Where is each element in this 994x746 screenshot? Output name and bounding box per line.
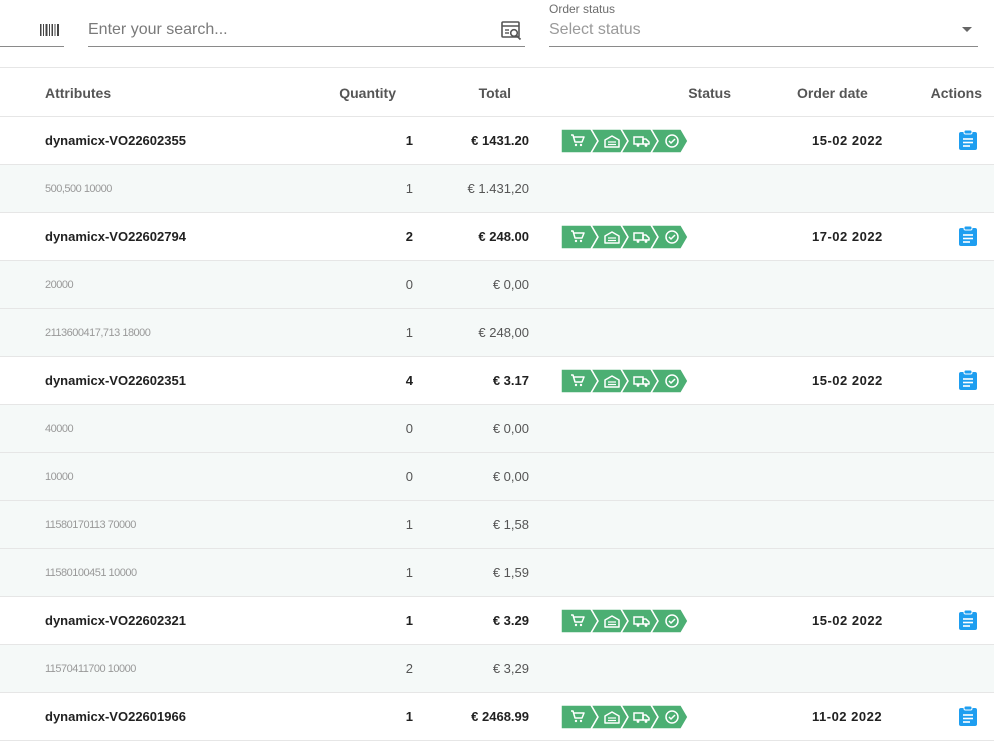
cell-order-date: 15-02 2022 [812,373,883,388]
cell-attributes: dynamicx-VO22601966 [45,709,186,724]
order-row[interactable]: dynamicx-VO22602351 4 € 3.17 15-02 2022 [0,357,994,405]
barcode-icon[interactable] [40,24,60,36]
header-attributes[interactable]: Attributes [45,85,111,101]
cell-quantity: 1 [405,613,413,628]
cell-total: € 0,00 [492,277,529,292]
cell-total: € 1,59 [492,565,529,580]
order-line-row[interactable]: 2113600417,713 18000 1 € 248,00 [0,309,994,357]
order-status-select[interactable]: Order status Select status [549,0,978,47]
order-line-row[interactable]: 11580100451 10000 1 € 1,59 [0,549,994,597]
order-line-row[interactable]: 20000 0 € 0,00 [0,261,994,309]
order-row[interactable]: dynamicx-VO22601966 1 € 2468.99 11-02 2022 [0,693,994,741]
cell-quantity: 2 [405,229,413,244]
cell-attributes: dynamicx-VO22602321 [45,613,186,628]
cell-attributes: 20000 [45,279,74,291]
cell-attributes: 11580170113 70000 [45,519,136,531]
cell-order-date: 15-02 2022 [812,613,883,628]
cell-attributes: dynamicx-VO22602351 [45,373,186,388]
cell-total: € 0,00 [492,469,529,484]
cell-total: € 1,58 [492,517,529,532]
cell-order-date: 17-02 2022 [812,229,883,244]
order-status-label: Order status [549,2,616,16]
table-body: dynamicx-VO22602355 1 € 1431.20 15-02 2022 … [0,117,994,741]
cell-total: € 3.29 [492,613,529,628]
order-row[interactable]: dynamicx-VO22602321 1 € 3.29 15-02 2022 [0,597,994,645]
order-line-row[interactable]: 11580170113 70000 1 € 1,58 [0,501,994,549]
header-total[interactable]: Total [479,85,511,101]
order-line-row[interactable]: 11570411700 10000 2 € 3,29 [0,645,994,693]
cell-attributes: 11570411700 10000 [45,663,136,675]
cell-attributes: 2113600417,713 18000 [45,327,151,339]
cell-order-date: 15-02 2022 [812,133,883,148]
cell-quantity: 1 [405,181,413,196]
header-order-date[interactable]: Order date [797,85,868,101]
order-row[interactable]: dynamicx-VO22602355 1 € 1431.20 15-02 2022 [0,117,994,165]
cell-total: € 1.431,20 [467,181,529,196]
cell-attributes: 10000 [45,471,74,483]
order-row[interactable]: dynamicx-VO22602794 2 € 248.00 17-02 2022 [0,213,994,261]
cell-total: € 0,00 [492,421,529,436]
cell-total: € 248,00 [478,325,529,340]
cell-quantity: 1 [405,133,413,148]
cell-quantity: 4 [405,373,413,388]
header-status[interactable]: Status [688,85,731,101]
cell-order-date: 11-02 2022 [812,709,883,724]
cell-quantity: 1 [405,565,413,580]
cell-attributes: dynamicx-VO22602355 [45,133,186,148]
table-header: Attributes Quantity Total Status Order d… [0,69,994,117]
cell-total: € 2468.99 [471,709,529,724]
orders-table: Attributes Quantity Total Status Order d… [0,69,994,741]
header-actions: Actions [930,85,982,101]
view-order-button[interactable] [958,369,978,391]
clipboard-icon[interactable] [958,129,978,151]
order-line-row[interactable]: 40000 0 € 0,00 [0,405,994,453]
header-quantity[interactable]: Quantity [339,85,396,101]
status-steps [560,128,691,154]
cell-total: € 3,29 [492,661,529,676]
cell-total: € 3.17 [492,373,529,388]
status-steps [560,704,691,730]
search-input[interactable] [88,17,488,43]
cell-total: € 248.00 [478,229,529,244]
cell-attributes: 500,500 10000 [45,183,112,195]
status-steps [560,608,691,634]
cell-attributes: dynamicx-VO22602794 [45,229,186,244]
status-steps [560,368,691,394]
view-order-button[interactable] [958,129,978,151]
order-status-placeholder: Select status [549,21,641,38]
cell-quantity: 0 [405,421,413,436]
cell-quantity: 2 [405,661,413,676]
cell-attributes: 11580100451 10000 [45,567,137,579]
cell-quantity: 1 [405,325,413,340]
search-document-icon[interactable] [501,21,523,41]
clipboard-icon[interactable] [958,609,978,631]
order-line-row[interactable]: 10000 0 € 0,00 [0,453,994,501]
chevron-down-icon[interactable] [962,27,972,32]
cell-quantity: 1 [405,517,413,532]
cell-attributes: 40000 [45,423,74,435]
clipboard-icon[interactable] [958,225,978,247]
clipboard-icon[interactable] [958,705,978,727]
cell-quantity: 0 [405,277,413,292]
view-order-button[interactable] [958,225,978,247]
cell-total: € 1431.20 [471,133,529,148]
order-line-row[interactable]: 500,500 10000 1 € 1.431,20 [0,165,994,213]
cell-quantity: 0 [405,469,413,484]
cell-quantity: 1 [405,709,413,724]
barcode-field[interactable] [0,14,64,47]
view-order-button[interactable] [958,705,978,727]
search-field[interactable] [88,14,525,47]
clipboard-icon[interactable] [958,369,978,391]
view-order-button[interactable] [958,609,978,631]
filter-bar: Order status Select status [0,0,994,68]
status-steps [560,224,691,250]
